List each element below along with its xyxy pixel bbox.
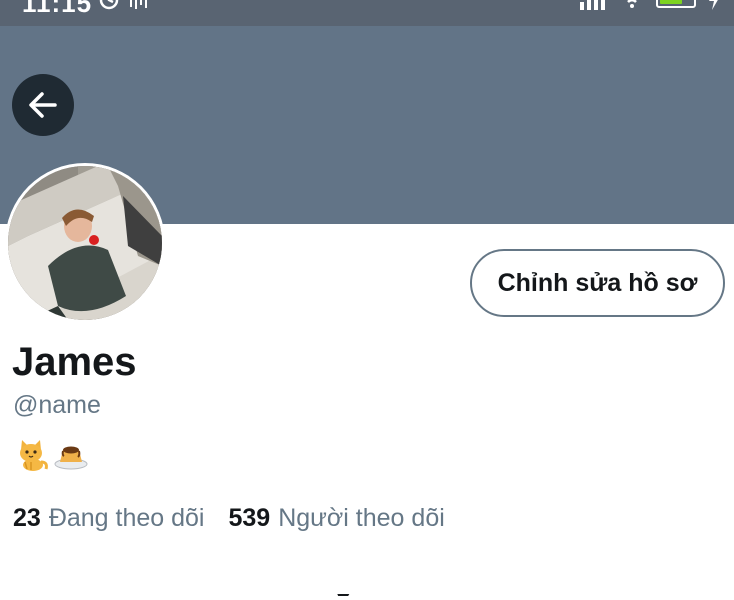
arrow-left-icon — [29, 92, 57, 118]
charging-icon — [709, 0, 718, 10]
cat-emoji — [20, 440, 48, 471]
battery-icon: 72 — [656, 0, 696, 8]
display-name: James — [12, 340, 137, 384]
status-time: 11:15 — [22, 0, 93, 18]
status-right-icons: 72 — [578, 0, 720, 10]
following-count: 23 — [13, 504, 41, 532]
avatar-photo — [8, 166, 162, 320]
sync-icon — [99, 0, 119, 10]
wave-icon — [130, 0, 147, 9]
cut-off-mark — [332, 594, 350, 600]
back-button[interactable] — [12, 74, 74, 136]
profile-screen: 11:15 Chỉnh sửa hồ sơ James @name 23 Đan… — [0, 0, 734, 600]
followers-stat[interactable]: 539 Người theo dõi — [229, 504, 445, 533]
followers-count: 539 — [228, 504, 271, 532]
signal-icon — [580, 0, 605, 10]
battery-level: 72 — [658, 0, 694, 3]
edit-profile-button[interactable]: Chỉnh sửa hồ sơ — [470, 249, 725, 317]
pudding-emoji — [54, 446, 88, 470]
avatar[interactable] — [8, 166, 162, 320]
status-bar: 11:15 — [0, 0, 734, 26]
wifi-icon — [627, 0, 637, 8]
follow-stats: 23 Đang theo dõi 539 Người theo dõi — [13, 504, 445, 533]
following-label: Đang theo dõi — [48, 504, 205, 532]
bio — [13, 436, 89, 472]
followers-label: Người theo dõi — [278, 504, 445, 532]
status-left-icons — [98, 0, 150, 10]
user-handle: @name — [13, 391, 101, 419]
following-stat[interactable]: 23 Đang theo dõi — [13, 504, 205, 533]
